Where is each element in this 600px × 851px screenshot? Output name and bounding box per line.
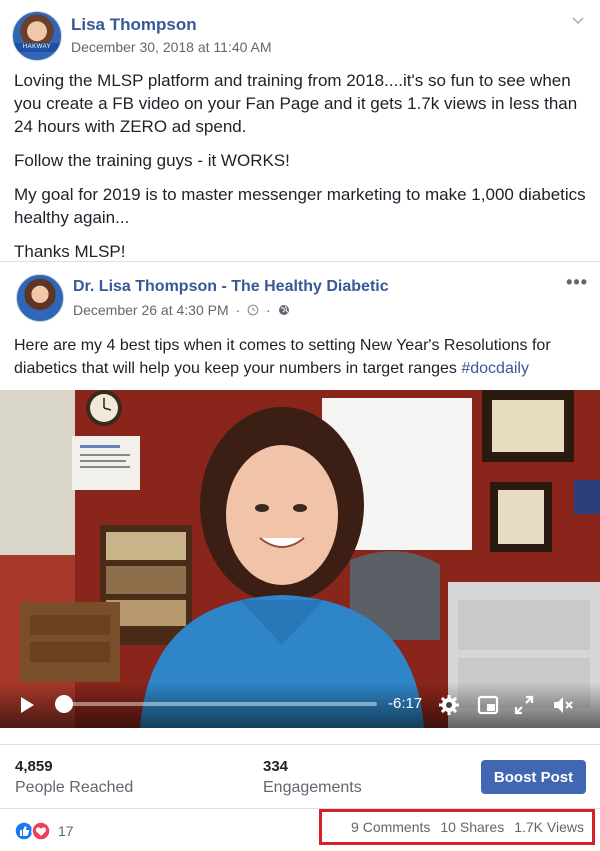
shared-post-text: Here are my 4 best tips when it comes to…	[14, 334, 588, 380]
like-love-reactions-icon[interactable]	[14, 821, 52, 841]
people-reached-label: People Reached	[15, 779, 134, 796]
views-count[interactable]: 1.7K Views	[514, 819, 584, 835]
post-insights: 4,859 People Reached 334 Engagements Boo…	[0, 744, 600, 808]
mute-icon[interactable]	[552, 694, 574, 716]
reactions-count[interactable]: 17	[58, 823, 74, 839]
page-avatar[interactable]	[16, 274, 64, 322]
hashtag-link[interactable]: #docdaily	[461, 360, 529, 377]
shared-post: Dr. Lisa Thompson - The Healthy Diabetic…	[0, 261, 600, 850]
comments-count[interactable]: 9 Comments	[351, 819, 430, 835]
post-paragraph: Loving the MLSP platform and training fr…	[14, 71, 578, 136]
engagement-counts-highlight: 9 Comments 10 Shares 1.7K Views	[319, 809, 595, 845]
post-timestamp[interactable]: December 30, 2018 at 11:40 AM	[71, 39, 272, 55]
shared-post-date[interactable]: December 26 at 4:30 PM	[73, 302, 229, 318]
video-player[interactable]: -6:17	[0, 390, 600, 728]
meta-separator: ·	[235, 302, 241, 318]
engagements-value: 334	[263, 758, 289, 775]
author-name[interactable]: Lisa Thompson	[71, 15, 197, 35]
play-icon[interactable]	[18, 696, 36, 714]
reactions-bar: 17 9 Comments 10 Shares 1.7K Views	[0, 808, 600, 851]
fullscreen-icon[interactable]	[513, 694, 535, 716]
chevron-down-icon[interactable]	[570, 12, 586, 28]
meta-separator: ·	[265, 302, 271, 318]
post-paragraph: My goal for 2019 is to master messenger …	[14, 185, 586, 227]
clock-icon	[247, 304, 259, 316]
globe-icon[interactable]	[278, 304, 290, 316]
shares-count[interactable]: 10 Shares	[440, 819, 504, 835]
shared-post-meta: December 26 at 4:30 PM · ·	[73, 302, 290, 318]
more-options-icon[interactable]: •••	[566, 272, 588, 293]
page-name[interactable]: Dr. Lisa Thompson - The Healthy Diabetic	[73, 278, 389, 296]
boost-post-button[interactable]: Boost Post	[481, 760, 586, 794]
picture-in-picture-icon[interactable]	[477, 694, 499, 716]
post-paragraph: Thanks MLSP!	[14, 242, 126, 261]
people-reached-value: 4,859	[15, 758, 53, 775]
settings-gear-icon[interactable]	[438, 694, 460, 716]
video-controls: -6:17	[0, 682, 600, 728]
video-frame	[0, 390, 600, 728]
avatar-badge-text: HAKWAY	[13, 43, 61, 52]
time-remaining: -6:17	[388, 695, 423, 712]
engagements-label: Engagements	[263, 779, 362, 796]
video-progress-track[interactable]	[57, 702, 377, 706]
post-body: Loving the MLSP platform and training fr…	[14, 69, 588, 274]
video-scrubber-handle[interactable]	[55, 695, 73, 713]
post-paragraph: Follow the training guys - it WORKS!	[14, 151, 290, 170]
author-avatar[interactable]: HAKWAY	[12, 11, 62, 61]
